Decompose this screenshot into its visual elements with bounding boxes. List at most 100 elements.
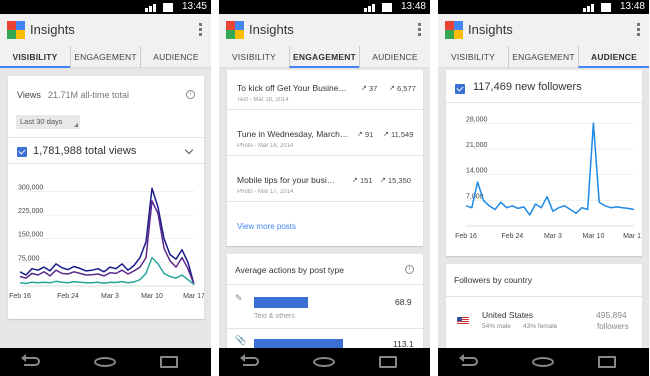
actions-card: Average actions by post type i ✎ 68.9 Te… [227,254,423,354]
post-title: To kick off Get Your Busine… [237,83,347,93]
recent-apps-icon[interactable] [379,356,397,368]
tab-bar: VISIBILITY ENGAGEMENT AUDIENCE [219,46,430,68]
recent-apps-icon[interactable] [160,356,178,368]
view-more-posts-link[interactable]: View more posts [237,222,296,231]
x-tick-label: Feb 16 [455,233,477,240]
overflow-menu-icon[interactable] [637,23,641,37]
app-bar: Insights [438,14,649,46]
post-row[interactable]: To kick off Get Your Busine… Text - Mar … [227,70,423,110]
female-percent: 43% female [523,323,558,330]
nav-bar [0,348,211,376]
signal-wifi-battery-icons [583,2,613,12]
text-actions-bar [254,297,308,308]
followers-checkbox[interactable] [455,84,465,94]
share-icon: ↗ [357,131,363,138]
status-time: 13:48 [400,1,426,12]
post-meta: Photo - Mar 18, 2014 [237,143,294,149]
signal-wifi-battery-icons [364,2,394,12]
pencil-icon: ✎ [235,293,243,303]
divider [446,296,642,297]
share-icon: ↗ [361,85,367,92]
x-tick-label: Mar 3 [544,233,562,240]
y-tick-label: 28,000 [466,116,488,123]
series-line [19,200,195,285]
male-percent: 54% male [482,323,511,330]
y-tick-label: 75,000 [18,255,40,262]
app-title: Insights [249,22,294,37]
post-meta: Photo - Mar 17, 2014 [237,189,294,195]
views-total: 21.71M all-time total [48,90,130,100]
home-icon[interactable] [313,357,335,367]
divider [446,102,642,103]
phone-engagement: 13:48 Insights VISIBILITY ENGAGEMENT AUD… [219,0,430,376]
trend-icon: ↗ [383,131,389,138]
series-line [19,187,195,285]
insights-logo[interactable] [445,21,463,39]
info-icon[interactable]: i [186,90,195,99]
tab-engagement[interactable]: ENGAGEMENT [508,46,578,68]
x-tick-label: Mar 10 [141,293,163,300]
status-time: 13:45 [181,1,207,12]
app-bar: Insights [219,14,430,46]
views-checkbox[interactable] [17,147,27,157]
home-icon[interactable] [94,357,116,367]
tab-audience[interactable]: AUDIENCE [140,46,211,68]
x-tick-label: Feb 24 [57,293,79,300]
insights-logo[interactable] [226,21,244,39]
x-tick-label: Mar 10 [583,233,605,240]
tab-bar: VISIBILITY ENGAGEMENT AUDIENCE [438,46,649,68]
overflow-menu-icon[interactable] [418,23,422,37]
divider [227,328,423,329]
status-bar: 13:45 [0,0,211,14]
x-tick-label: Mar 17 [623,233,642,240]
insights-logo[interactable] [7,21,25,39]
post-row[interactable]: Mobile tips for your busi… Photo - Mar 1… [227,162,423,202]
signal-wifi-battery-icons [145,2,175,12]
tab-audience[interactable]: AUDIENCE [359,46,430,68]
tab-visibility[interactable]: VISIBILITY [0,46,70,68]
back-icon[interactable] [240,354,261,369]
chevron-down-icon[interactable] [184,145,194,155]
x-tick-label: Mar 17 [183,293,204,300]
posts-card: To kick off Get Your Busine… Text - Mar … [227,70,423,246]
post-title: Tune in Wednesday, March… [237,129,349,139]
y-tick-label: 21,000 [466,142,488,149]
back-icon[interactable] [459,354,480,369]
views-card: Views 21.71M all-time total i Last 30 da… [8,76,204,319]
followers-line-chart: 7,00014,00021,00028,000Feb 16 Feb 24 Mar 3… [455,116,642,240]
follower-unit: followers [597,322,629,331]
tab-engagement[interactable]: ENGAGEMENT [289,46,359,68]
tab-engagement[interactable]: ENGAGEMENT [70,46,140,68]
divider [8,137,204,138]
y-tick-label: 150,000 [18,232,43,239]
tab-audience[interactable]: AUDIENCE [578,46,649,68]
views-label: Views [17,90,41,100]
post-shares: 37 [369,84,378,93]
actions-title: Average actions by post type [235,265,344,275]
country-title: Followers by country [454,275,532,285]
tab-bar: VISIBILITY ENGAGEMENT AUDIENCE [0,46,211,68]
post-row[interactable]: Tune in Wednesday, March… Photo - Mar 18… [227,116,423,156]
info-icon[interactable]: i [405,265,414,274]
date-range-dropdown[interactable]: Last 30 days [16,115,80,129]
tab-visibility[interactable]: VISIBILITY [219,46,289,68]
app-title: Insights [468,22,513,37]
nav-bar [438,348,649,376]
back-icon[interactable] [21,354,42,369]
overflow-menu-icon[interactable] [199,23,203,37]
status-bar: 13:48 [219,0,430,14]
trend-icon: ↗ [380,177,386,184]
text-actions-value: 68.9 [395,297,412,307]
us-flag-icon [457,317,469,325]
home-icon[interactable] [532,357,554,367]
post-title: Mobile tips for your busi… [237,175,336,185]
date-range-label: Last 30 days [20,117,63,126]
post-views: 11,549 [391,130,414,139]
tab-visibility[interactable]: VISIBILITY [438,46,508,68]
share-icon: ↗ [352,177,358,184]
y-tick-label: 225,000 [18,208,43,215]
followers-card: 117,469 new followers 7,000 14,000 21,000 2… [446,70,642,256]
follower-count: 495,894 [596,310,627,320]
recent-apps-icon[interactable] [598,356,616,368]
nav-bar [219,348,430,376]
